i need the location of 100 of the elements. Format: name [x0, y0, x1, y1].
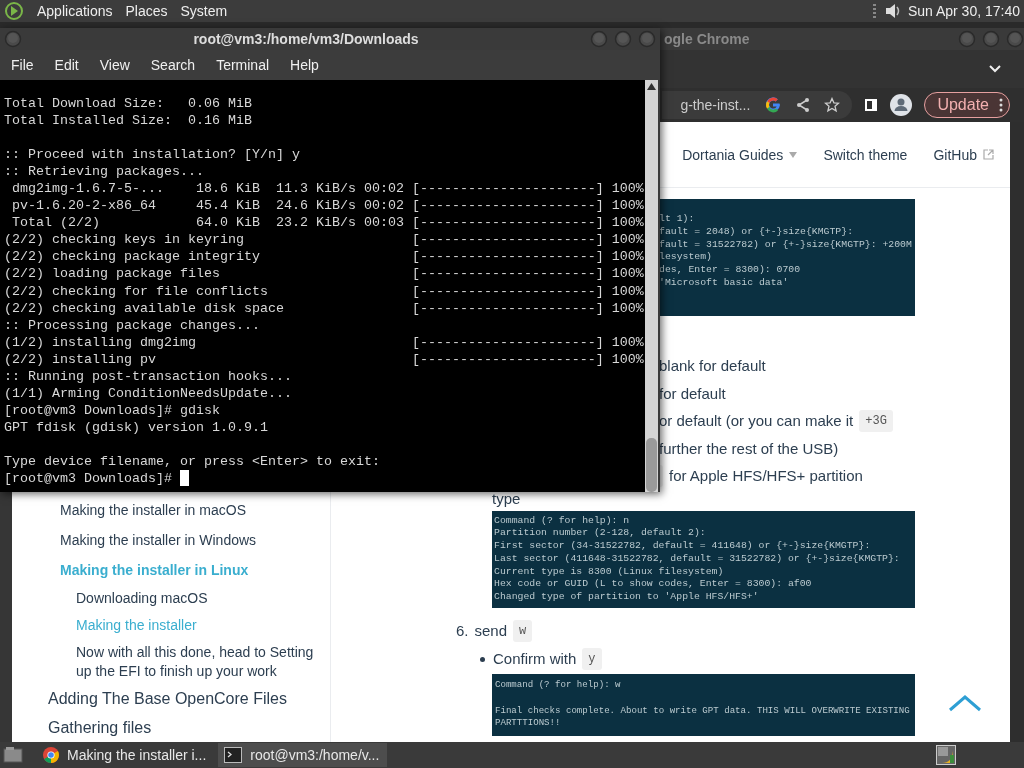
terminal-line: (2/2) checking package integrity [4, 248, 261, 266]
terminal-line: (2/2) checking keys in keyring [4, 231, 245, 249]
back-to-top-icon[interactable] [948, 694, 982, 712]
progress-text: [----------------------] 100% [411, 351, 644, 367]
inline-code: +3G [859, 409, 893, 432]
taskbar-button[interactable]: root@vm3:/home/v... [218, 743, 388, 767]
tab-search-icon[interactable] [988, 64, 1002, 74]
profile-avatar-icon[interactable] [890, 94, 913, 116]
side-panel-icon[interactable] [864, 98, 879, 112]
star-icon[interactable] [824, 97, 841, 113]
nav-link[interactable]: Dortania Guides [682, 146, 798, 163]
terminal-line: Total Download Size: 0.06 MiB [4, 96, 252, 111]
progress-text: [----------------------] 100% [411, 249, 644, 265]
window-title: ogle Chrome [664, 31, 750, 47]
panel-menu[interactable]: Applications [37, 3, 113, 19]
close-button[interactable] [1006, 30, 1024, 48]
maximize-button[interactable] [614, 30, 632, 48]
window-menu-button[interactable] [4, 30, 22, 48]
text-cursor [179, 470, 189, 487]
taskbar-button[interactable]: Making the installer i... [37, 743, 215, 767]
terminal-line: :: Running post-transaction hooks... [4, 368, 292, 384]
share-icon[interactable] [796, 97, 811, 113]
update-button[interactable]: Update [924, 92, 1010, 118]
nav-link[interactable]: GitHub [933, 146, 994, 163]
menu-item[interactable]: Help [290, 57, 319, 73]
terminal-line: (2/2) checking available disk space [4, 299, 285, 317]
tray-app-icon[interactable] [936, 745, 956, 765]
sidebar-chapter[interactable]: Gathering files [48, 714, 318, 742]
terminal-icon [224, 747, 243, 763]
sidebar-item[interactable]: Downloading macOS [48, 585, 318, 612]
sidebar-chapter[interactable]: Adding The Base OpenCore Files [48, 685, 318, 714]
scrollbar[interactable] [1010, 122, 1024, 742]
progress-text: [----------------------] 100% [411, 198, 644, 214]
inline-code: w [513, 620, 533, 643]
terminal-line: (1/1) Arming ConditionNeedsUpdate... [4, 385, 292, 401]
bullet-icon [480, 656, 485, 662]
progress-text: [----------------------] 100% [411, 283, 644, 299]
progress-text: [----------------------] 100% [411, 232, 644, 248]
show-desktop-icon[interactable] [3, 746, 23, 764]
terminal-line: :: Retrieving packages... [4, 164, 204, 180]
scrollbar[interactable] [645, 80, 658, 492]
browser-icon [43, 747, 59, 763]
external-link-icon [983, 149, 994, 160]
progress-text: [----------------------] 100% [411, 334, 644, 350]
body-text: send [474, 621, 508, 642]
terminal-line: Total (2/2) 64.0 KiB 23.2 KiB/s 00:03 [11, 214, 405, 232]
body-text: Confirm with [493, 649, 577, 670]
terminal-line: pv-1.6.20-2-x86_64 45.4 KiB 24.6 KiB/s 00:02 [11, 197, 405, 215]
terminal-line: [root@vm3 Downloads]# [4, 471, 172, 487]
terminal-line: (1/2) installing dmg2img [4, 333, 197, 351]
inline-code: y [582, 648, 602, 671]
terminal-line: GPT fdisk (gdisk) version 1.0.9.1 [4, 419, 268, 435]
menu-item[interactable]: Terminal [216, 57, 270, 73]
minimize-button[interactable] [958, 30, 976, 48]
menu-logo-icon[interactable] [4, 1, 24, 21]
panel-handle [872, 4, 876, 18]
code-block: Command (? for help): n Partition number (2-128, default 2): First sector (34-31522782, default = 411648) or {+-}size{KMGTP}: Last sector (411648-31522782, default = 31522782) or {+-}size{KMGTP}: Current type is 8300 (Linux filesystem) Hex code or GUID (L to show codes, Enter = 8300): af00 Changed type of partition to 'Apple HFS/HFS+' [492, 510, 915, 609]
clock[interactable]: Sun Apr 30, 17:40 [907, 3, 1020, 19]
progress-text: [----------------------] 100% [411, 266, 644, 282]
minimize-button[interactable] [590, 30, 608, 48]
body-text: for default [659, 383, 726, 404]
terminal-line: dmg2img-1.6.7-5-... 18.6 KiB 11.3 KiB/s 00:02 [11, 180, 405, 198]
terminal-line: (2/2) installing pv [4, 350, 157, 368]
body-text: for Apple HFS/HFS+ partition [669, 466, 863, 486]
menu-item[interactable]: Search [150, 57, 196, 73]
progress-text: [----------------------] 100% [411, 215, 644, 231]
progress-text: [----------------------] 100% [411, 181, 644, 197]
terminal-line: Total Installed Size: 0.16 MiB [4, 113, 252, 129]
code-block: Command (? for help): w Final checks complete. About to write GPT data. THIS WILL OVERWRITE EXISTING PARTTTIONS!! [492, 674, 915, 737]
body-text: type [492, 489, 522, 508]
sidebar-item[interactable]: Now with all this done, head to Setting up the EFI to finish up your work [48, 639, 318, 685]
window-title: root@vm3:/home/vm3/Downloads [192, 31, 420, 47]
terminal-line: (2/2) loading package files [4, 265, 221, 283]
terminal-line: :: Processing package changes... [4, 317, 260, 333]
sidebar-item[interactable]: Making the installer in macOS [48, 495, 318, 525]
terminal-line: :: Proceed with installation? [Y/n] y [4, 147, 300, 163]
dropdown-caret-icon [789, 151, 798, 158]
body-text: or default (or you can make it [659, 411, 854, 431]
progress-text: [----------------------] 100% [411, 300, 644, 316]
body-text: further the rest of the USB) [659, 438, 839, 459]
google-icon[interactable] [764, 96, 783, 114]
sidebar-item[interactable]: Making the installer in Windows [48, 525, 318, 555]
volume-icon[interactable] [883, 2, 902, 20]
terminal-line: (2/2) checking for file conflicts [4, 282, 269, 300]
terminal-line: [root@vm3 Downloads]# gdisk [4, 402, 220, 418]
panel-menu[interactable]: Places [125, 3, 168, 19]
code-block: lt 1): fault = 2048) or {+-}size{KMGTP}: fault = 31522782) or {+-}size{KMGTP}: +200M lesystem) des, Enter = 8300): 0700 'Microsoft basic data' [659, 199, 915, 316]
close-button[interactable] [638, 30, 656, 48]
body-text: blank for default [659, 356, 766, 376]
scroll-up-icon[interactable] [647, 83, 656, 90]
menu-item[interactable]: Edit [54, 57, 79, 73]
menu-item[interactable]: File [11, 57, 34, 73]
maximize-button[interactable] [982, 30, 1000, 48]
more-icon[interactable] [999, 98, 1003, 112]
terminal-line: Type device filename, or press <Enter> to exit: [4, 454, 380, 469]
menu-item[interactable]: View [99, 57, 130, 73]
scrollbar-thumb[interactable] [646, 438, 657, 492]
nav-link[interactable]: Switch theme [823, 146, 908, 163]
panel-menu[interactable]: System [180, 3, 228, 19]
address-bar[interactable]: g-the-inst... [662, 91, 853, 119]
